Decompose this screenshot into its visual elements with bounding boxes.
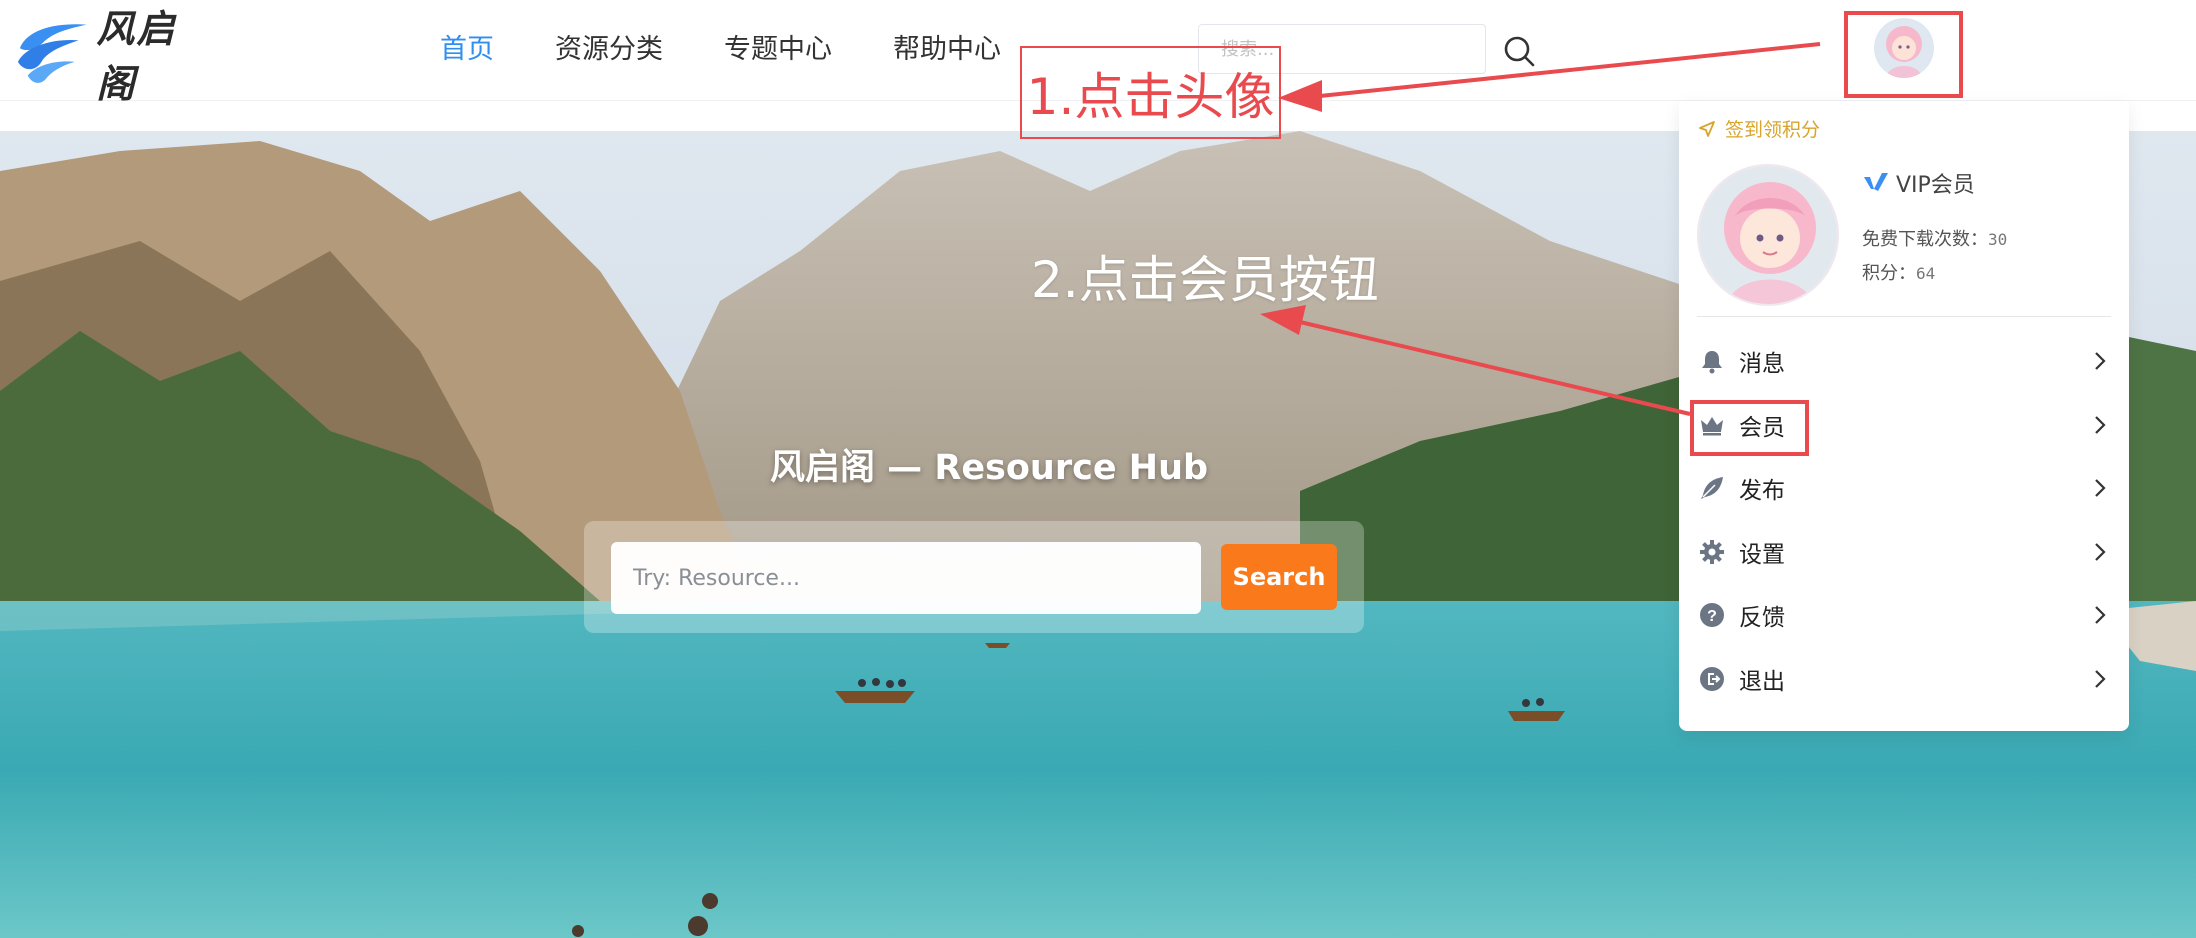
points-label: 积分： (1862, 263, 1916, 284)
site-logo[interactable]: 风启阁 (14, 6, 214, 106)
menu-item-label: 设置 (1739, 542, 1785, 568)
chevron-right-icon (2095, 416, 2106, 434)
main-nav: 首页 资源分类 专题中心 帮助中心 (440, 28, 1062, 72)
free-downloads-stat: 免费下载次数：30 (1862, 225, 2007, 251)
menu-item-label: 退出 (1739, 669, 1785, 695)
svg-text:?: ? (1707, 608, 1717, 625)
profile-avatar[interactable] (1697, 164, 1839, 306)
hero-search-input[interactable] (611, 542, 1201, 614)
annotation-highlight-membership (1690, 400, 1809, 456)
menu-item-label: 反馈 (1739, 605, 1785, 631)
avatar-image (1699, 166, 1837, 304)
sign-in-label: 签到领积分 (1725, 119, 1821, 141)
points-stat: 积分：64 (1862, 259, 1935, 285)
menu-item-messages[interactable]: 消息 (1679, 334, 2129, 388)
question-icon: ? (1697, 600, 1727, 630)
annotation-step2-label: 2.点击会员按钮 (1031, 251, 1379, 309)
chevron-right-icon (2095, 543, 2106, 561)
logo-text: 风启阁 (96, 6, 177, 106)
nav-item-help[interactable]: 帮助中心 (893, 28, 1001, 72)
menu-divider (1697, 316, 2111, 317)
nav-item-home[interactable]: 首页 (440, 28, 494, 72)
annotation-highlight-avatar (1844, 11, 1963, 98)
bell-icon (1697, 346, 1727, 376)
menu-item-publish[interactable]: 发布 (1679, 461, 2129, 515)
sign-in-points-link[interactable]: 签到领积分 (1697, 115, 1820, 142)
menu-item-label: 发布 (1739, 478, 1785, 504)
wind-logo-icon (17, 24, 87, 83)
menu-item-feedback[interactable]: ? 反馈 (1679, 588, 2129, 642)
downloads-value: 30 (1988, 230, 2008, 249)
downloads-label: 免费下载次数： (1862, 229, 1988, 250)
annotation-step1-label: 1.点击头像 (1020, 46, 1281, 139)
chevron-right-icon (2095, 352, 2106, 370)
vip-label: VIP会员 (1896, 173, 1975, 198)
menu-item-logout[interactable]: 退出 (1679, 652, 2129, 706)
nav-item-categories[interactable]: 资源分类 (555, 28, 663, 72)
vip-member-link[interactable]: VIP会员 (1862, 167, 1975, 199)
hero-search-button[interactable]: Search (1221, 544, 1337, 610)
hero-search-panel: Search (584, 521, 1364, 633)
gear-icon (1697, 537, 1727, 567)
vip-icon (1864, 173, 1888, 191)
chevron-right-icon (2095, 479, 2106, 497)
chevron-right-icon (2095, 670, 2106, 688)
menu-item-settings[interactable]: 设置 (1679, 525, 2129, 579)
points-value: 64 (1916, 264, 1936, 283)
chevron-right-icon (2095, 606, 2106, 624)
logout-icon (1697, 664, 1727, 694)
search-icon[interactable] (1500, 32, 1540, 72)
nav-item-topics[interactable]: 专题中心 (724, 28, 832, 72)
hero-title: 风启阁 — Resource Hub (770, 448, 1209, 488)
feather-icon (1697, 473, 1727, 503)
menu-item-label: 消息 (1739, 351, 1785, 377)
send-icon (1699, 120, 1715, 137)
